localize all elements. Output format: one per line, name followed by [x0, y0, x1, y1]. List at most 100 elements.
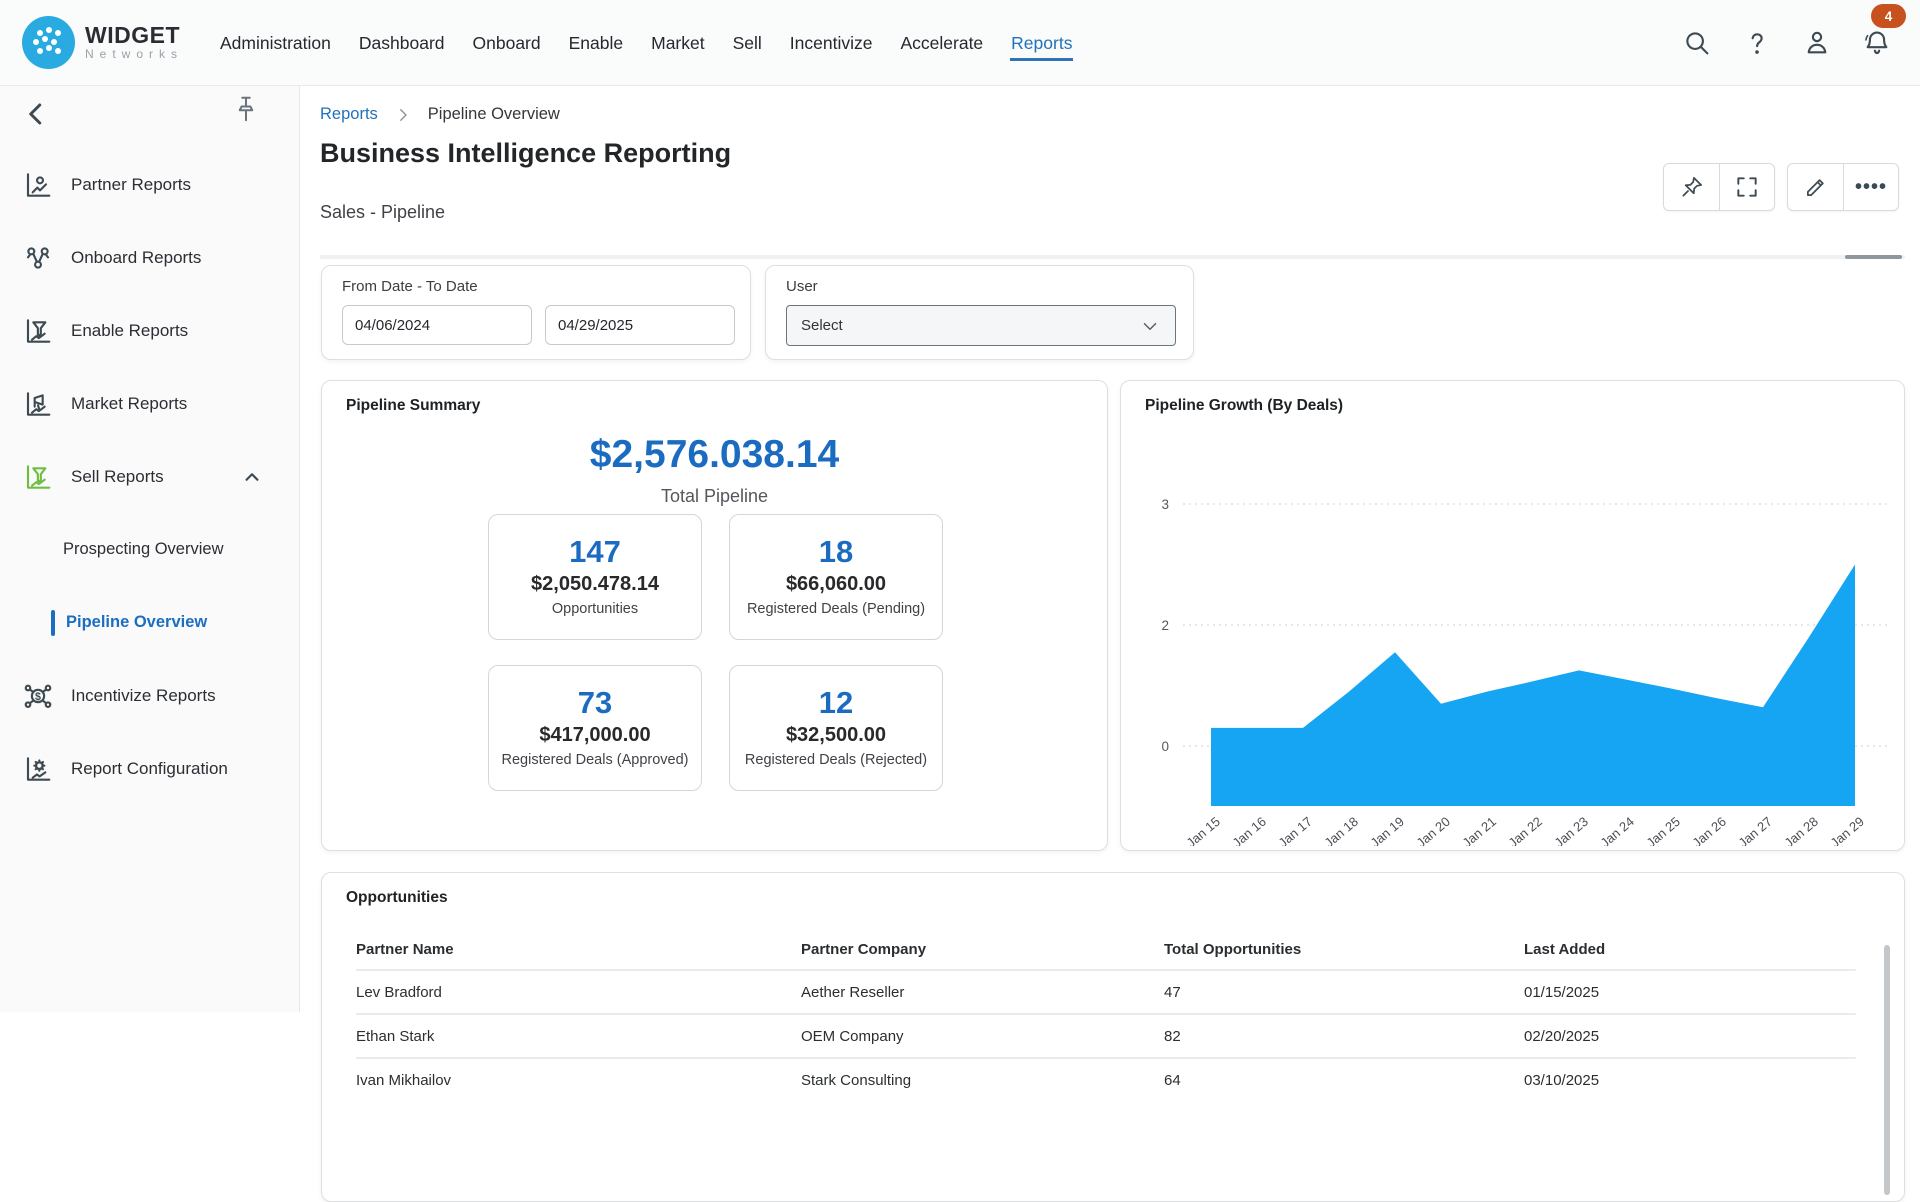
- x-axis-tick: Jan 24: [1597, 814, 1637, 846]
- sidebar-item-label: Report Configuration: [71, 759, 228, 779]
- x-axis-tick: Jan 28: [1781, 814, 1821, 846]
- top-navigation: AdministrationDashboardOnboardEnableMark…: [206, 0, 1086, 86]
- sidebar-subitem-prospecting-overview[interactable]: Prospecting Overview: [0, 513, 299, 586]
- sidebar-subitem-label: Prospecting Overview: [63, 540, 223, 559]
- report-toolbar-right-group: ••••: [1787, 163, 1899, 211]
- topnav-item-onboard[interactable]: Onboard: [459, 0, 555, 86]
- summary-tile-registered-deals-rejected[interactable]: 12$32,500.00Registered Deals (Rejected): [729, 665, 943, 791]
- sidebar-item-label: Sell Reports: [71, 467, 164, 487]
- sidebar-item-onboard-reports[interactable]: Onboard Reports: [0, 221, 299, 294]
- pipeline-summary-card: Pipeline Summary $2,576.038.14 Total Pip…: [321, 380, 1108, 851]
- more-dots-icon: ••••: [1855, 182, 1887, 192]
- partner-chart-icon: [22, 169, 54, 201]
- to-date-input[interactable]: [545, 305, 735, 345]
- user-icon[interactable]: [1800, 26, 1834, 60]
- topnav-item-market[interactable]: Market: [637, 0, 718, 86]
- tile-count: 73: [578, 685, 612, 721]
- table-cell: 82: [1164, 1028, 1524, 1045]
- y-axis-tick: 0: [1161, 739, 1169, 754]
- tile-amount: $417,000.00: [539, 721, 650, 749]
- gear-chart-icon: [22, 753, 54, 785]
- funnel-chart-icon: [22, 461, 54, 493]
- sidebar-item-sell-reports[interactable]: Sell Reports: [0, 440, 299, 513]
- sidebar-subitem-pipeline-overview[interactable]: Pipeline Overview: [0, 586, 299, 659]
- table-cell: 02/20/2025: [1524, 1028, 1856, 1045]
- x-axis-tick: Jan 25: [1643, 814, 1683, 846]
- column-header-last-added[interactable]: Last Added: [1524, 941, 1856, 958]
- topnav-item-accelerate[interactable]: Accelerate: [886, 0, 997, 86]
- megaphone-chart-icon: [22, 388, 54, 420]
- brand-logo[interactable]: WIDGET Networks: [22, 16, 183, 69]
- topnav-item-reports[interactable]: Reports: [997, 0, 1086, 86]
- search-icon[interactable]: [1680, 26, 1714, 60]
- sidebar-item-report-configuration[interactable]: Report Configuration: [0, 732, 299, 805]
- chevron-down-icon: [1139, 315, 1161, 337]
- sidebar-item-incentivize-reports[interactable]: $ Incentivize Reports: [0, 659, 299, 732]
- sidebar-item-partner-reports[interactable]: Partner Reports: [0, 148, 299, 221]
- column-header-partner-company[interactable]: Partner Company: [801, 941, 1164, 958]
- sidebar-item-market-reports[interactable]: Market Reports: [0, 367, 299, 440]
- x-axis-tick: Jan 22: [1505, 814, 1545, 846]
- sidebar-collapse-back-icon[interactable]: [18, 96, 54, 132]
- tile-label: Registered Deals (Pending): [747, 598, 925, 620]
- sidebar-pin-icon[interactable]: [231, 94, 263, 126]
- table-cell: 64: [1164, 1072, 1524, 1089]
- sidebar-item-label: Enable Reports: [71, 321, 188, 341]
- horizontal-scrollbar[interactable]: [320, 255, 1905, 259]
- topnav-item-enable[interactable]: Enable: [555, 0, 638, 86]
- summary-tiles: 147$2,050.478.14Opportunities18$66,060.0…: [488, 514, 943, 791]
- table-cell: 03/10/2025: [1524, 1072, 1856, 1089]
- table-row[interactable]: Ethan StarkOEM Company8202/20/2025: [356, 1015, 1856, 1057]
- date-filter-label: From Date - To Date: [342, 278, 478, 295]
- from-date-input[interactable]: [342, 305, 532, 345]
- sidebar: Partner ReportsOnboard Reports Enable Rep…: [0, 86, 300, 1012]
- people-icon: [22, 242, 54, 274]
- notifications-bell-icon[interactable]: 4: [1860, 26, 1894, 60]
- pipeline-growth-card: Pipeline Growth (By Deals) 320Jan 15Jan …: [1120, 380, 1905, 851]
- table-cell: Ivan Mikhailov: [356, 1072, 801, 1089]
- opportunities-table: Partner NamePartner CompanyTotal Opportu…: [356, 929, 1856, 1101]
- funnel-chart-icon: [22, 315, 54, 347]
- table-vertical-scrollbar[interactable]: [1884, 945, 1890, 1195]
- user-filter-card: User Select: [765, 265, 1194, 360]
- table-cell: 01/15/2025: [1524, 984, 1856, 1001]
- page-title: Business Intelligence Reporting: [320, 138, 731, 169]
- table-cell: Stark Consulting: [801, 1072, 1164, 1089]
- table-cell: Lev Bradford: [356, 984, 801, 1001]
- table-row[interactable]: Lev BradfordAether Reseller4701/15/2025: [356, 971, 1856, 1013]
- column-header-total-opportunities[interactable]: Total Opportunities: [1164, 941, 1524, 958]
- user-select-dropdown[interactable]: Select: [786, 305, 1176, 346]
- y-axis-tick: 2: [1161, 618, 1169, 633]
- brand-title: WIDGET: [85, 23, 183, 47]
- main-content: Reports Pipeline Overview Business Intel…: [300, 86, 1920, 1080]
- horizontal-scrollbar-thumb[interactable]: [1845, 255, 1902, 259]
- table-row[interactable]: Ivan MikhailovStark Consulting6403/10/20…: [356, 1059, 1856, 1101]
- edit-report-button[interactable]: [1788, 164, 1843, 210]
- summary-tile-registered-deals-approved[interactable]: 73$417,000.00Registered Deals (Approved): [488, 665, 702, 791]
- breadcrumb: Reports Pipeline Overview: [320, 105, 560, 124]
- chevron-up-icon[interactable]: [239, 464, 265, 490]
- top-bar: WIDGET Networks AdministrationDashboardO…: [0, 0, 1920, 86]
- x-axis-tick: Jan 19: [1367, 814, 1407, 846]
- topnav-item-dashboard[interactable]: Dashboard: [345, 0, 459, 86]
- x-axis-tick: Jan 23: [1551, 814, 1591, 846]
- pipeline-growth-area-chart[interactable]: 320Jan 15Jan 16Jan 17Jan 18Jan 19Jan 20J…: [1131, 471, 1896, 846]
- sidebar-item-label: Incentivize Reports: [71, 686, 216, 706]
- table-header-row: Partner NamePartner CompanyTotal Opportu…: [356, 929, 1856, 969]
- topnav-item-sell[interactable]: Sell: [719, 0, 776, 86]
- total-pipeline-value: $2,576.038.14: [322, 433, 1107, 477]
- breadcrumb-reports-link[interactable]: Reports: [320, 105, 378, 124]
- sidebar-item-enable-reports[interactable]: Enable Reports: [0, 294, 299, 367]
- column-header-partner-name[interactable]: Partner Name: [356, 941, 801, 958]
- summary-tile-registered-deals-pending[interactable]: 18$66,060.00Registered Deals (Pending): [729, 514, 943, 640]
- topnav-item-incentivize[interactable]: Incentivize: [776, 0, 887, 86]
- tile-amount: $66,060.00: [786, 570, 886, 598]
- svg-text:$: $: [35, 691, 41, 703]
- help-icon[interactable]: [1740, 26, 1774, 60]
- more-options-button[interactable]: ••••: [1843, 164, 1898, 210]
- pin-report-button[interactable]: [1664, 164, 1719, 210]
- summary-tile-opportunities[interactable]: 147$2,050.478.14Opportunities: [488, 514, 702, 640]
- fullscreen-button[interactable]: [1719, 164, 1774, 210]
- total-pipeline-label: Total Pipeline: [322, 486, 1107, 507]
- topnav-item-administration[interactable]: Administration: [206, 0, 345, 86]
